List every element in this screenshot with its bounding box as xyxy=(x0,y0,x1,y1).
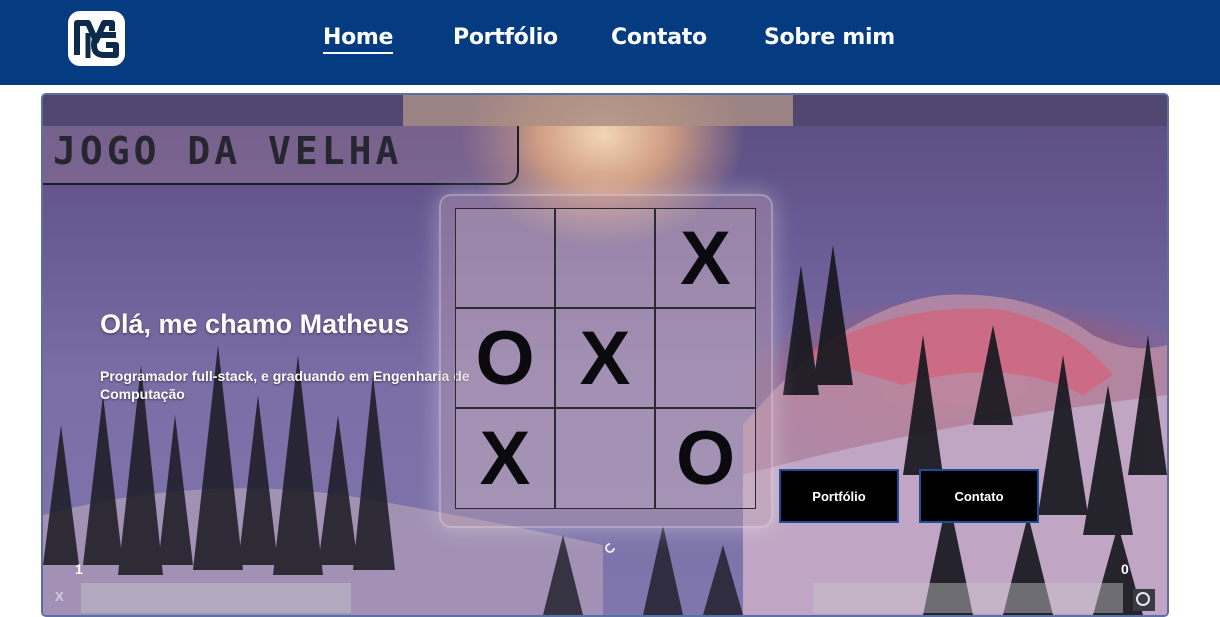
board-cell[interactable] xyxy=(555,208,655,308)
top-navbar: Home Portfólio Contato Sobre mim xyxy=(0,0,1220,85)
board-cell[interactable] xyxy=(655,308,756,408)
tic-tac-toe-board: X O X X O xyxy=(439,194,773,528)
board-cell[interactable]: X xyxy=(555,308,655,408)
score-bar-right xyxy=(813,583,1123,613)
player-x-symbol: X xyxy=(55,589,64,604)
board-cell[interactable]: X xyxy=(455,408,555,509)
portfolio-button[interactable]: Portfólio xyxy=(779,469,899,523)
score-o: 0 xyxy=(1121,561,1129,577)
mg-logo-icon xyxy=(74,20,119,58)
contato-button[interactable]: Contato xyxy=(919,469,1039,523)
nav-home[interactable]: Home xyxy=(323,25,393,54)
board-cell[interactable]: X xyxy=(655,208,756,308)
score-bar-left xyxy=(81,583,351,613)
nav-contato[interactable]: Contato xyxy=(611,25,707,50)
nav-portfolio[interactable]: Portfólio xyxy=(453,25,558,50)
logo[interactable] xyxy=(68,11,125,66)
game-title: JOGO DA VELHA xyxy=(53,129,403,173)
board-cell[interactable] xyxy=(455,208,555,308)
score-x: 1 xyxy=(75,561,83,577)
board-cell[interactable]: O xyxy=(655,408,756,509)
greeting-heading: Olá, me chamo Matheus xyxy=(100,309,410,339)
board-cell[interactable] xyxy=(555,408,655,509)
nav-sobre-mim[interactable]: Sobre mim xyxy=(764,25,895,50)
hero-banner: JOGO DA VELHA Olá, me chamo Matheus Prog… xyxy=(41,93,1169,617)
board-cell[interactable]: O xyxy=(455,308,555,408)
search-icon[interactable] xyxy=(1133,589,1155,611)
reload-icon[interactable] xyxy=(603,541,617,555)
